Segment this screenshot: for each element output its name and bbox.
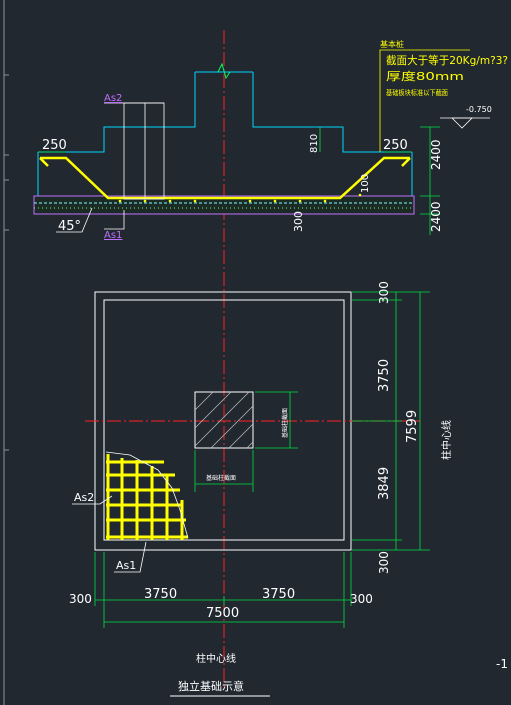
elevation-label: -0.750	[466, 105, 492, 114]
drawing-caption: 独立基础示意	[178, 679, 244, 693]
plan-dim-bottom-3750-left: 3750	[144, 587, 177, 602]
note-line-3: 基础板块标准以下截面	[386, 88, 448, 97]
dim-text-250-right: 250	[383, 138, 408, 153]
dim-text-100: 100	[360, 174, 371, 193]
elevation-symbol	[451, 117, 473, 129]
rebar-break-line	[105, 451, 189, 539]
plan-dim-bottom-300-right: 300	[350, 592, 373, 606]
plan-as2-label: As2	[74, 491, 94, 504]
plan-dim-text-3750: 3750	[377, 359, 392, 392]
plan-dim-bottom-total: 7500	[206, 606, 239, 621]
rebar-as1	[40, 156, 410, 200]
note-title: 基本桩	[380, 39, 404, 49]
plan-dim-bottom-300-left: 300	[69, 592, 92, 606]
note-line-2: 厚度80mm	[386, 69, 464, 83]
plan-dim-text-top-300: 300	[377, 281, 391, 304]
plan-dim-text-bottom-300: 300	[377, 551, 391, 574]
dim-text-250-left: 250	[42, 138, 67, 153]
footer-axis-label: 柱中心线	[196, 652, 236, 665]
col-label-side: 基础柱截面	[281, 408, 289, 438]
plan-dim-bottom-3750-right: 3750	[262, 587, 295, 602]
corner-mark: -1	[496, 657, 508, 671]
dim-text-2400: 2400	[429, 139, 443, 170]
plan-dim-text-total: 7599	[405, 410, 420, 443]
plan-axis-label: 柱中心线	[440, 420, 453, 460]
section-as1-label: As1	[104, 230, 122, 241]
rebar-grid	[106, 454, 188, 540]
drawing-footer: 柱中心线 独立基础示意 -1	[170, 652, 508, 697]
dim-text-2400-b: 2400	[429, 201, 443, 232]
plan-as1-label: As1	[116, 559, 136, 572]
plan-dim-text-3849: 3849	[377, 467, 392, 500]
note-line-1: 截面大于等于20Kg/m?3?	[386, 53, 508, 67]
dim-text-810: 810	[309, 134, 320, 153]
cad-drawing: 基本桩 截面大于等于20Kg/m?3? 厚度80mm 基础板块标准以下截面 -0…	[3, 0, 508, 705]
col-label-bottom: 基础柱截面	[206, 474, 236, 482]
plan-view: 300 3750 7599 3849 300 柱中心线 基础柱截面 基础柱截面 …	[69, 281, 453, 628]
angle-label: 45°	[58, 219, 81, 234]
dim-text-300: 300	[292, 211, 305, 232]
as2-leader-box	[123, 102, 165, 200]
section-as2-label: As2	[104, 93, 122, 104]
